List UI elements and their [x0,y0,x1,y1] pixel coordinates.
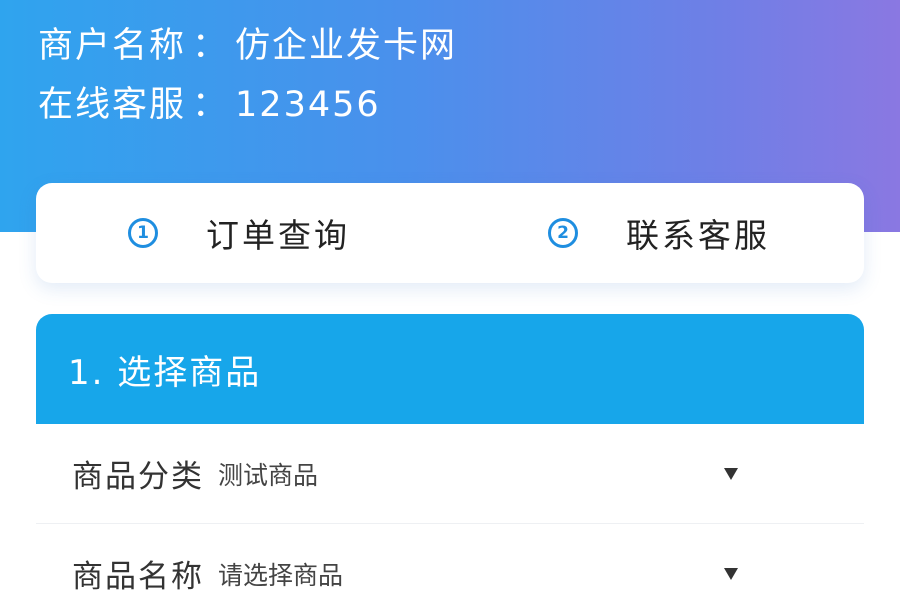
order-query-label: 订单查询 [206,216,350,255]
product-category-label: 商品分类 [72,459,204,495]
merchant-name-line: 商户名称：仿企业发卡网 [38,29,457,64]
section-header: 1. 选择商品 [36,314,864,424]
merchant-name-separator: ： [192,26,230,66]
circled-number-2-icon: 2 [548,218,578,248]
quick-actions-card: 1 订单查询 2 联系客服 [36,183,864,283]
order-query-button[interactable]: 1 订单查询 [128,183,350,283]
online-service-line: 在线客服： 123456 [38,88,381,123]
product-name-label: 商品名称 [72,559,204,595]
merchant-name-label: 商户名称 [38,26,187,66]
product-category-value: 测试商品 [218,460,319,490]
contact-service-button[interactable]: 2 联系客服 [548,183,770,283]
product-name-value: 请选择商品 [218,560,344,590]
online-service-separator: ： [192,85,230,125]
section-title: 1. 选择商品 [68,352,262,393]
select-product-section: 1. 选择商品 商品分类 测试商品 商品名称 请选择商品 [36,314,864,600]
circled-number-1-icon: 1 [128,218,158,248]
page: 商户名称：仿企业发卡网 在线客服： 123456 1 订单查询 2 联系客服 1.… [0,0,900,600]
caret-down-icon [724,567,738,580]
product-category-select[interactable]: 商品分类 测试商品 [36,424,864,524]
merchant-name-value: 仿企业发卡网 [235,26,458,66]
product-name-select[interactable]: 商品名称 请选择商品 [36,524,864,600]
caret-down-icon [724,467,738,480]
online-service-value: 123456 [235,85,381,125]
online-service-label: 在线客服 [38,85,187,125]
contact-service-label: 联系客服 [626,216,770,255]
